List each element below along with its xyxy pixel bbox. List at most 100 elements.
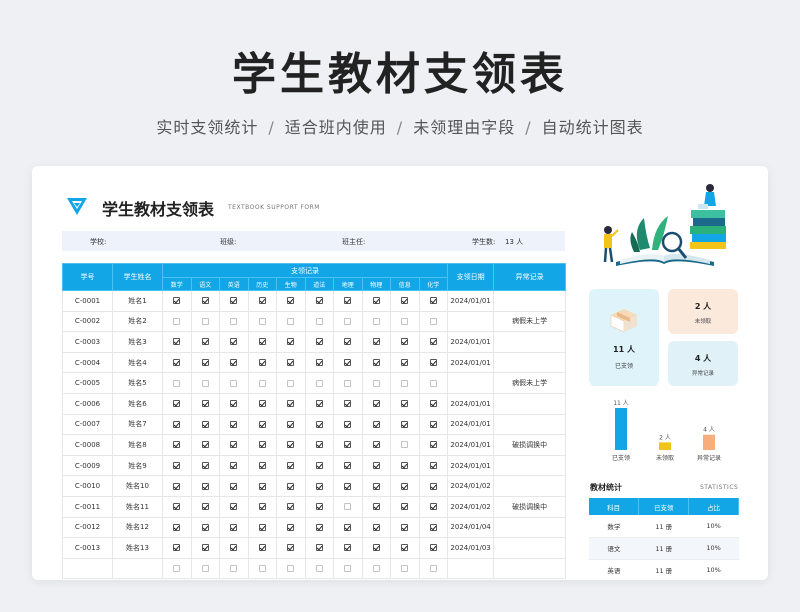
- checked-checkbox[interactable]: [429, 462, 437, 470]
- checked-checkbox[interactable]: [230, 400, 238, 408]
- checked-checkbox[interactable]: [258, 503, 266, 511]
- unchecked-checkbox[interactable]: [401, 379, 409, 387]
- unchecked-checkbox[interactable]: [401, 441, 409, 449]
- checked-checkbox[interactable]: [201, 400, 209, 408]
- checked-checkbox[interactable]: [230, 297, 238, 305]
- checked-checkbox[interactable]: [372, 441, 380, 449]
- checked-checkbox[interactable]: [344, 359, 352, 367]
- checked-checkbox[interactable]: [173, 482, 181, 490]
- checked-checkbox[interactable]: [315, 338, 323, 346]
- unchecked-checkbox[interactable]: [372, 317, 380, 325]
- checked-checkbox[interactable]: [230, 482, 238, 490]
- checked-checkbox[interactable]: [287, 544, 295, 552]
- unchecked-checkbox[interactable]: [315, 379, 323, 387]
- checked-checkbox[interactable]: [372, 338, 380, 346]
- unchecked-checkbox[interactable]: [230, 317, 238, 325]
- checked-checkbox[interactable]: [429, 338, 437, 346]
- unchecked-checkbox[interactable]: [173, 379, 181, 387]
- checked-checkbox[interactable]: [315, 523, 323, 531]
- checked-checkbox[interactable]: [429, 544, 437, 552]
- checked-checkbox[interactable]: [173, 400, 181, 408]
- unchecked-checkbox[interactable]: [372, 379, 380, 387]
- checked-checkbox[interactable]: [344, 420, 352, 428]
- checked-checkbox[interactable]: [173, 338, 181, 346]
- checked-checkbox[interactable]: [344, 338, 352, 346]
- checked-checkbox[interactable]: [401, 482, 409, 490]
- checked-checkbox[interactable]: [401, 462, 409, 470]
- checked-checkbox[interactable]: [201, 297, 209, 305]
- checked-checkbox[interactable]: [230, 441, 238, 449]
- checked-checkbox[interactable]: [258, 544, 266, 552]
- checked-checkbox[interactable]: [429, 400, 437, 408]
- unchecked-checkbox[interactable]: [344, 565, 352, 573]
- unchecked-checkbox[interactable]: [230, 379, 238, 387]
- checked-checkbox[interactable]: [173, 420, 181, 428]
- checked-checkbox[interactable]: [201, 523, 209, 531]
- checked-checkbox[interactable]: [287, 400, 295, 408]
- checked-checkbox[interactable]: [201, 338, 209, 346]
- unchecked-checkbox[interactable]: [372, 565, 380, 573]
- checked-checkbox[interactable]: [315, 400, 323, 408]
- checked-checkbox[interactable]: [344, 482, 352, 490]
- checked-checkbox[interactable]: [201, 462, 209, 470]
- checked-checkbox[interactable]: [372, 523, 380, 531]
- unchecked-checkbox[interactable]: [258, 317, 266, 325]
- checked-checkbox[interactable]: [230, 523, 238, 531]
- checked-checkbox[interactable]: [344, 441, 352, 449]
- unchecked-checkbox[interactable]: [429, 317, 437, 325]
- checked-checkbox[interactable]: [401, 523, 409, 531]
- checked-checkbox[interactable]: [230, 420, 238, 428]
- checked-checkbox[interactable]: [173, 441, 181, 449]
- checked-checkbox[interactable]: [429, 420, 437, 428]
- checked-checkbox[interactable]: [287, 338, 295, 346]
- unchecked-checkbox[interactable]: [201, 565, 209, 573]
- checked-checkbox[interactable]: [201, 359, 209, 367]
- checked-checkbox[interactable]: [315, 544, 323, 552]
- checked-checkbox[interactable]: [315, 441, 323, 449]
- checked-checkbox[interactable]: [230, 338, 238, 346]
- checked-checkbox[interactable]: [315, 482, 323, 490]
- unchecked-checkbox[interactable]: [258, 565, 266, 573]
- checked-checkbox[interactable]: [401, 544, 409, 552]
- checked-checkbox[interactable]: [401, 338, 409, 346]
- checked-checkbox[interactable]: [230, 544, 238, 552]
- unchecked-checkbox[interactable]: [201, 317, 209, 325]
- unchecked-checkbox[interactable]: [173, 565, 181, 573]
- checked-checkbox[interactable]: [372, 359, 380, 367]
- unchecked-checkbox[interactable]: [315, 317, 323, 325]
- checked-checkbox[interactable]: [429, 297, 437, 305]
- unchecked-checkbox[interactable]: [315, 565, 323, 573]
- checked-checkbox[interactable]: [287, 297, 295, 305]
- checked-checkbox[interactable]: [429, 523, 437, 531]
- checked-checkbox[interactable]: [287, 420, 295, 428]
- unchecked-checkbox[interactable]: [230, 565, 238, 573]
- checked-checkbox[interactable]: [372, 297, 380, 305]
- checked-checkbox[interactable]: [173, 523, 181, 531]
- unchecked-checkbox[interactable]: [429, 379, 437, 387]
- checked-checkbox[interactable]: [258, 523, 266, 531]
- unchecked-checkbox[interactable]: [258, 379, 266, 387]
- checked-checkbox[interactable]: [287, 482, 295, 490]
- unchecked-checkbox[interactable]: [344, 503, 352, 511]
- checked-checkbox[interactable]: [258, 359, 266, 367]
- checked-checkbox[interactable]: [201, 441, 209, 449]
- checked-checkbox[interactable]: [401, 503, 409, 511]
- unchecked-checkbox[interactable]: [429, 565, 437, 573]
- unchecked-checkbox[interactable]: [401, 317, 409, 325]
- checked-checkbox[interactable]: [372, 544, 380, 552]
- checked-checkbox[interactable]: [201, 503, 209, 511]
- checked-checkbox[interactable]: [372, 400, 380, 408]
- checked-checkbox[interactable]: [258, 441, 266, 449]
- checked-checkbox[interactable]: [230, 359, 238, 367]
- checked-checkbox[interactable]: [258, 420, 266, 428]
- unchecked-checkbox[interactable]: [287, 565, 295, 573]
- checked-checkbox[interactable]: [258, 338, 266, 346]
- checked-checkbox[interactable]: [315, 359, 323, 367]
- checked-checkbox[interactable]: [287, 503, 295, 511]
- checked-checkbox[interactable]: [401, 400, 409, 408]
- checked-checkbox[interactable]: [201, 420, 209, 428]
- unchecked-checkbox[interactable]: [287, 317, 295, 325]
- checked-checkbox[interactable]: [429, 359, 437, 367]
- checked-checkbox[interactable]: [230, 462, 238, 470]
- checked-checkbox[interactable]: [173, 359, 181, 367]
